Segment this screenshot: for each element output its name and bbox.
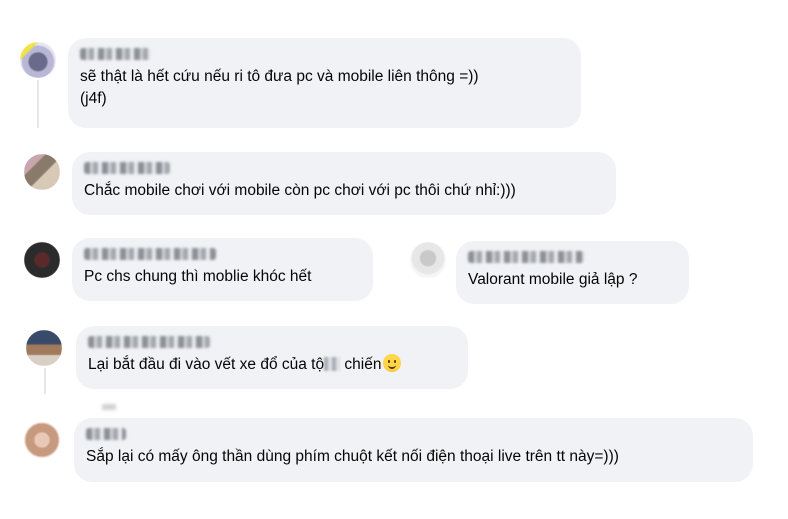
commenter-name[interactable] [84, 162, 170, 174]
commenter-name[interactable] [86, 428, 126, 440]
comment-text: Sắp lại có mấy ông thần dùng phím chuột … [86, 448, 619, 465]
avatar[interactable] [24, 422, 60, 458]
comment-text: Pc chs chung thì moblie khóc hết [84, 268, 312, 285]
avatar[interactable] [410, 242, 446, 278]
blur-smudge [102, 404, 116, 410]
comment-text: Valorant mobile giả lập ? [468, 271, 638, 288]
redacted-text [324, 357, 341, 371]
commenter-name[interactable] [468, 251, 584, 263]
avatar[interactable] [24, 242, 60, 278]
comment-bubble: Lại bắt đầu đi vào vết xe đổ của tộ chiế… [76, 326, 468, 389]
comment-bubble: Sắp lại có mấy ông thần dùng phím chuột … [74, 418, 753, 482]
comment-text: sẽ thật là hết cứu nếu ri tô đưa pc và m… [80, 68, 479, 107]
avatar[interactable] [24, 154, 60, 190]
slightly-smiling-face-icon [382, 354, 401, 372]
thread-line [37, 80, 39, 128]
commenter-name[interactable] [80, 48, 152, 60]
comment-bubble: Pc chs chung thì moblie khóc hết [72, 238, 373, 301]
comment-bubble: sẽ thật là hết cứu nếu ri tô đưa pc và m… [68, 38, 581, 128]
comment-bubble: Valorant mobile giả lập ? [456, 241, 689, 304]
commenter-name[interactable] [84, 248, 216, 260]
comment-bubble: Chắc mobile chơi với mobile còn pc chơi … [72, 152, 616, 215]
avatar[interactable] [20, 42, 56, 78]
thread-line [44, 368, 46, 394]
avatar[interactable] [26, 330, 62, 366]
comment-text: Lại bắt đầu đi vào vết xe đổ của tộ chiế… [88, 354, 456, 376]
commenter-name[interactable] [88, 336, 210, 348]
comment-text: Chắc mobile chơi với mobile còn pc chơi … [84, 182, 516, 199]
